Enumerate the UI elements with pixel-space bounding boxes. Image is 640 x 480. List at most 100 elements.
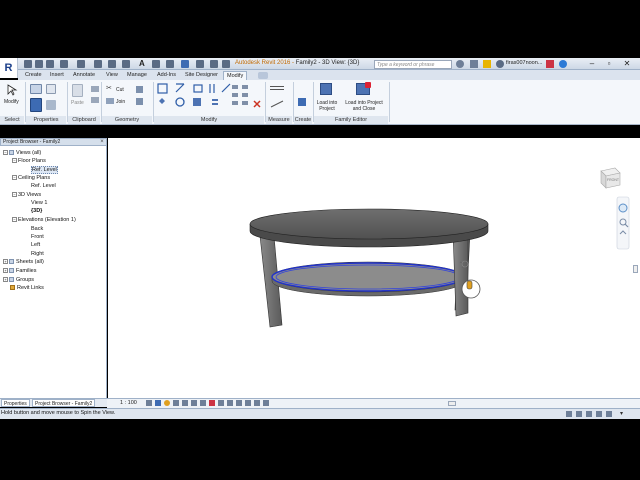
undo-icon[interactable] bbox=[60, 60, 68, 68]
table-model[interactable] bbox=[108, 138, 640, 398]
cut-button[interactable]: Cut bbox=[116, 87, 124, 93]
cut-icon[interactable]: ✂ bbox=[106, 85, 114, 92]
tree-floor-plans[interactable]: − Floor Plans bbox=[12, 158, 46, 165]
visual-style-icon[interactable] bbox=[155, 400, 161, 406]
temp-hide-icon[interactable] bbox=[218, 400, 224, 406]
select-by-face-icon[interactable] bbox=[596, 411, 602, 417]
tree-ceiling-plans[interactable]: − Ceiling Plans bbox=[12, 175, 50, 182]
render-icon[interactable] bbox=[182, 400, 188, 406]
sync-icon[interactable] bbox=[46, 60, 54, 68]
subscription-icon[interactable] bbox=[470, 60, 478, 68]
application-menu-button[interactable]: R bbox=[0, 58, 18, 78]
user-icon[interactable] bbox=[496, 60, 504, 68]
navigation-bar[interactable] bbox=[616, 196, 630, 250]
open-icon[interactable] bbox=[24, 60, 32, 68]
match-properties-icon[interactable] bbox=[91, 97, 99, 103]
panel-label-measure[interactable]: Measure bbox=[266, 116, 292, 124]
tree-3d-views[interactable]: −3D Views bbox=[12, 192, 41, 199]
load-into-project-close-icon[interactable] bbox=[356, 82, 371, 95]
filter-icon[interactable]: ▾ bbox=[620, 410, 636, 418]
aligned-dimension-icon[interactable] bbox=[270, 100, 284, 108]
close-hidden-icon[interactable] bbox=[196, 60, 204, 68]
panel-label-select[interactable]: Select bbox=[0, 116, 24, 124]
tab-create[interactable]: Create bbox=[22, 71, 45, 80]
save-icon[interactable] bbox=[35, 60, 43, 68]
modify-cursor-icon[interactable] bbox=[6, 84, 18, 96]
thin-lines-icon[interactable] bbox=[181, 60, 189, 68]
tree-elevation-front[interactable]: Front bbox=[31, 234, 44, 241]
sun-path-icon[interactable] bbox=[164, 400, 170, 406]
tab-manage[interactable]: Manage bbox=[124, 71, 150, 80]
tab-add-ins[interactable]: Add-Ins bbox=[154, 71, 179, 80]
switch-windows-icon[interactable] bbox=[210, 60, 218, 68]
panel-label-properties[interactable]: Properties bbox=[26, 116, 66, 124]
tree-elevation-right[interactable]: Right bbox=[31, 251, 44, 258]
tab-modify[interactable]: Modify bbox=[223, 71, 248, 80]
select-underlay-icon[interactable] bbox=[576, 411, 582, 417]
search-icon[interactable] bbox=[456, 60, 464, 68]
wall-joins-icon[interactable] bbox=[136, 86, 143, 93]
dimension-icon[interactable] bbox=[122, 60, 130, 68]
communication-icon[interactable] bbox=[483, 60, 491, 68]
paste-icon[interactable] bbox=[72, 84, 83, 97]
crop-view-icon[interactable] bbox=[191, 400, 197, 406]
redo-icon[interactable] bbox=[77, 60, 85, 68]
panel-label-clipboard[interactable]: Clipboard bbox=[68, 116, 100, 124]
worksharing-icon[interactable] bbox=[236, 400, 242, 406]
reveal-hidden-icon[interactable] bbox=[227, 400, 233, 406]
help-icon[interactable] bbox=[559, 60, 567, 68]
paste-button[interactable]: Paste bbox=[71, 100, 84, 106]
tab-annotate[interactable]: Annotate bbox=[70, 71, 98, 80]
minimize-button[interactable]: – bbox=[585, 58, 599, 69]
drawing-canvas[interactable] bbox=[108, 138, 640, 398]
tab-insert[interactable]: Insert bbox=[47, 71, 67, 80]
lock-3d-icon[interactable] bbox=[209, 400, 215, 406]
select-pinned-icon[interactable] bbox=[586, 411, 592, 417]
3d-view-icon[interactable] bbox=[152, 60, 160, 68]
view-scale[interactable]: 1 : 100 bbox=[120, 400, 137, 406]
tree-families[interactable]: + Families bbox=[3, 268, 36, 275]
copy-icon[interactable] bbox=[91, 86, 99, 92]
tree-elevation-back[interactable]: Back bbox=[31, 226, 43, 233]
type-properties-icon[interactable] bbox=[46, 100, 56, 110]
tree-revit-links[interactable]: Revit Links bbox=[10, 285, 44, 292]
drag-elements-icon[interactable] bbox=[606, 411, 612, 417]
select-links-icon[interactable] bbox=[566, 411, 572, 417]
tree-groups[interactable]: + Groups bbox=[3, 277, 34, 284]
panel-label-modify[interactable]: Modify bbox=[154, 116, 264, 124]
project-browser-title[interactable]: Project Browser - Family2 bbox=[0, 138, 107, 146]
tree-elevation-left[interactable]: Left bbox=[31, 242, 40, 249]
section-icon[interactable] bbox=[166, 60, 174, 68]
tree-floor-plan-ref-level[interactable]: Ref. Level bbox=[31, 166, 58, 174]
measure-icon[interactable] bbox=[108, 60, 116, 68]
constraints-icon[interactable] bbox=[254, 400, 260, 406]
user-name[interactable]: firas007noon... bbox=[506, 60, 542, 66]
create-group-icon[interactable] bbox=[298, 98, 306, 106]
qat-dropdown-icon[interactable] bbox=[222, 60, 230, 68]
exchange-apps-icon[interactable] bbox=[546, 60, 554, 68]
family-types-icon[interactable] bbox=[30, 98, 42, 112]
highlight-displacement-icon[interactable] bbox=[263, 400, 269, 406]
tree-views-all[interactable]: − Views (all) bbox=[3, 150, 41, 157]
tab-project-browser[interactable]: Project Browser - Family2 bbox=[32, 399, 96, 407]
search-input[interactable]: Type a keyword or phrase bbox=[374, 60, 452, 69]
print-icon[interactable] bbox=[94, 60, 102, 68]
vertical-scroll-handle[interactable] bbox=[633, 265, 638, 273]
panel-label-geometry[interactable]: Geometry bbox=[102, 116, 152, 124]
tree-ceiling-ref-level[interactable]: Ref. Level bbox=[31, 183, 56, 190]
tree-sheets[interactable]: + Sheets (all) bbox=[3, 259, 44, 266]
text-icon[interactable]: A bbox=[139, 60, 147, 68]
tab-site-designer[interactable]: Site Designer bbox=[182, 71, 221, 80]
tree-3d-default[interactable]: {3D} bbox=[31, 208, 42, 215]
ribbon-minimize-icon[interactable] bbox=[258, 72, 268, 79]
view-cube[interactable]: FRONT bbox=[597, 165, 623, 191]
detail-level-icon[interactable] bbox=[146, 400, 152, 406]
load-into-project-close-button[interactable]: Load into Project and Close bbox=[341, 100, 387, 112]
load-into-project-button[interactable]: Load into Project bbox=[316, 100, 338, 112]
split-face-icon[interactable] bbox=[136, 98, 143, 105]
close-icon[interactable]: × bbox=[98, 138, 106, 146]
join-icon[interactable] bbox=[106, 98, 114, 104]
modify-button[interactable]: Modify bbox=[4, 99, 19, 105]
analytical-model-icon[interactable] bbox=[245, 400, 251, 406]
panel-label-create[interactable]: Create bbox=[294, 116, 312, 124]
